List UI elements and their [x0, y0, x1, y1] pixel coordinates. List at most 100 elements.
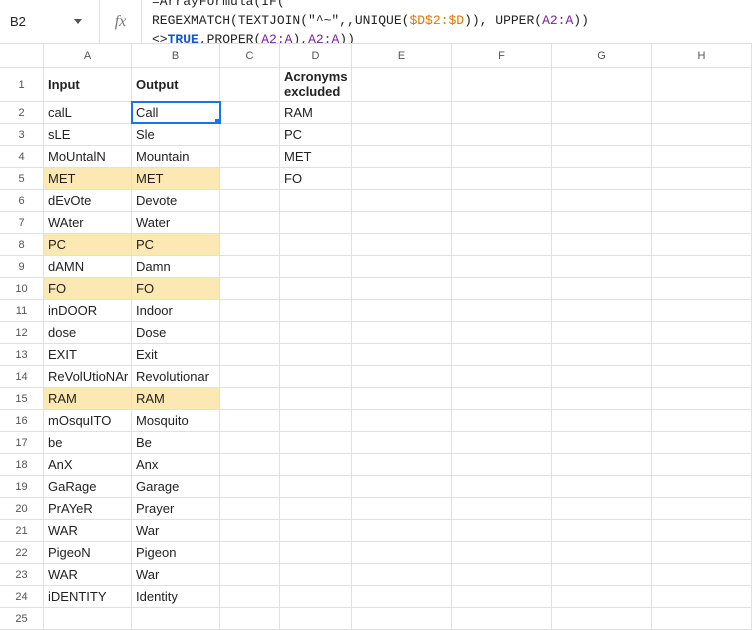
- cell-A8[interactable]: PC: [44, 234, 132, 255]
- cell-C3[interactable]: [220, 124, 280, 145]
- cell-E3[interactable]: [352, 124, 452, 145]
- cell-C19[interactable]: [220, 476, 280, 497]
- cell-B1[interactable]: Output: [132, 68, 220, 101]
- cell-F13[interactable]: [452, 344, 552, 365]
- cell-D7[interactable]: [280, 212, 352, 233]
- row-header[interactable]: 17: [0, 432, 44, 453]
- cell-D20[interactable]: [280, 498, 352, 519]
- cell-D5[interactable]: FO: [280, 168, 352, 189]
- col-header-F[interactable]: F: [452, 44, 552, 67]
- cell-A10[interactable]: FO: [44, 278, 132, 299]
- cell-H16[interactable]: [652, 410, 752, 431]
- cell-C24[interactable]: [220, 586, 280, 607]
- cell-D15[interactable]: [280, 388, 352, 409]
- cell-D4[interactable]: MET: [280, 146, 352, 167]
- cell-D3[interactable]: PC: [280, 124, 352, 145]
- cell-B4[interactable]: Mountain: [132, 146, 220, 167]
- cell-C12[interactable]: [220, 322, 280, 343]
- cell-B9[interactable]: Damn: [132, 256, 220, 277]
- cell-A17[interactable]: be: [44, 432, 132, 453]
- cell-F1[interactable]: [452, 68, 552, 101]
- cell-F21[interactable]: [452, 520, 552, 541]
- cell-G20[interactable]: [552, 498, 652, 519]
- cell-E1[interactable]: [352, 68, 452, 101]
- cell-G4[interactable]: [552, 146, 652, 167]
- cell-D16[interactable]: [280, 410, 352, 431]
- row-header[interactable]: 7: [0, 212, 44, 233]
- col-header-E[interactable]: E: [352, 44, 452, 67]
- cell-C16[interactable]: [220, 410, 280, 431]
- cell-D8[interactable]: [280, 234, 352, 255]
- cell-E7[interactable]: [352, 212, 452, 233]
- cell-E22[interactable]: [352, 542, 452, 563]
- cell-B19[interactable]: Garage: [132, 476, 220, 497]
- cell-F24[interactable]: [452, 586, 552, 607]
- cell-F12[interactable]: [452, 322, 552, 343]
- row-header[interactable]: 3: [0, 124, 44, 145]
- cell-C14[interactable]: [220, 366, 280, 387]
- cell-E9[interactable]: [352, 256, 452, 277]
- row-header[interactable]: 20: [0, 498, 44, 519]
- cell-D10[interactable]: [280, 278, 352, 299]
- cell-C8[interactable]: [220, 234, 280, 255]
- cell-G16[interactable]: [552, 410, 652, 431]
- cell-E18[interactable]: [352, 454, 452, 475]
- cell-H8[interactable]: [652, 234, 752, 255]
- col-header-D[interactable]: D: [280, 44, 352, 67]
- row-header[interactable]: 22: [0, 542, 44, 563]
- cell-G7[interactable]: [552, 212, 652, 233]
- select-all-corner[interactable]: [0, 44, 44, 67]
- cell-G17[interactable]: [552, 432, 652, 453]
- cell-H13[interactable]: [652, 344, 752, 365]
- row-header[interactable]: 23: [0, 564, 44, 585]
- cell-B12[interactable]: Dose: [132, 322, 220, 343]
- cell-B18[interactable]: Anx: [132, 454, 220, 475]
- cell-F3[interactable]: [452, 124, 552, 145]
- cell-B13[interactable]: Exit: [132, 344, 220, 365]
- cell-G22[interactable]: [552, 542, 652, 563]
- cell-B24[interactable]: Identity: [132, 586, 220, 607]
- row-header[interactable]: 8: [0, 234, 44, 255]
- row-header[interactable]: 12: [0, 322, 44, 343]
- cell-F4[interactable]: [452, 146, 552, 167]
- name-box-input[interactable]: [10, 14, 70, 29]
- cell-E5[interactable]: [352, 168, 452, 189]
- cell-G9[interactable]: [552, 256, 652, 277]
- row-header[interactable]: 16: [0, 410, 44, 431]
- cell-G19[interactable]: [552, 476, 652, 497]
- cell-H19[interactable]: [652, 476, 752, 497]
- cell-D17[interactable]: [280, 432, 352, 453]
- cell-B10[interactable]: FO: [132, 278, 220, 299]
- cell-A14[interactable]: ReVolUtioNAr: [44, 366, 132, 387]
- row-header[interactable]: 5: [0, 168, 44, 189]
- cell-E24[interactable]: [352, 586, 452, 607]
- cell-B6[interactable]: Devote: [132, 190, 220, 211]
- cell-E14[interactable]: [352, 366, 452, 387]
- cell-G2[interactable]: [552, 102, 652, 123]
- cell-B14[interactable]: Revolutionar: [132, 366, 220, 387]
- row-header[interactable]: 11: [0, 300, 44, 321]
- cell-B23[interactable]: War: [132, 564, 220, 585]
- cell-C23[interactable]: [220, 564, 280, 585]
- cell-G8[interactable]: [552, 234, 652, 255]
- cell-H9[interactable]: [652, 256, 752, 277]
- cell-E13[interactable]: [352, 344, 452, 365]
- cell-D18[interactable]: [280, 454, 352, 475]
- cell-G23[interactable]: [552, 564, 652, 585]
- cell-A24[interactable]: iDENTITY: [44, 586, 132, 607]
- cell-D2[interactable]: RAM: [280, 102, 352, 123]
- cell-H2[interactable]: [652, 102, 752, 123]
- cell-B20[interactable]: Prayer: [132, 498, 220, 519]
- cell-B16[interactable]: Mosquito: [132, 410, 220, 431]
- cell-E23[interactable]: [352, 564, 452, 585]
- cell-F7[interactable]: [452, 212, 552, 233]
- cell-H10[interactable]: [652, 278, 752, 299]
- cell-E2[interactable]: [352, 102, 452, 123]
- cell-G18[interactable]: [552, 454, 652, 475]
- cell-H12[interactable]: [652, 322, 752, 343]
- cell-C5[interactable]: [220, 168, 280, 189]
- row-header[interactable]: 10: [0, 278, 44, 299]
- cell-A16[interactable]: mOsquITO: [44, 410, 132, 431]
- cell-F17[interactable]: [452, 432, 552, 453]
- cell-G15[interactable]: [552, 388, 652, 409]
